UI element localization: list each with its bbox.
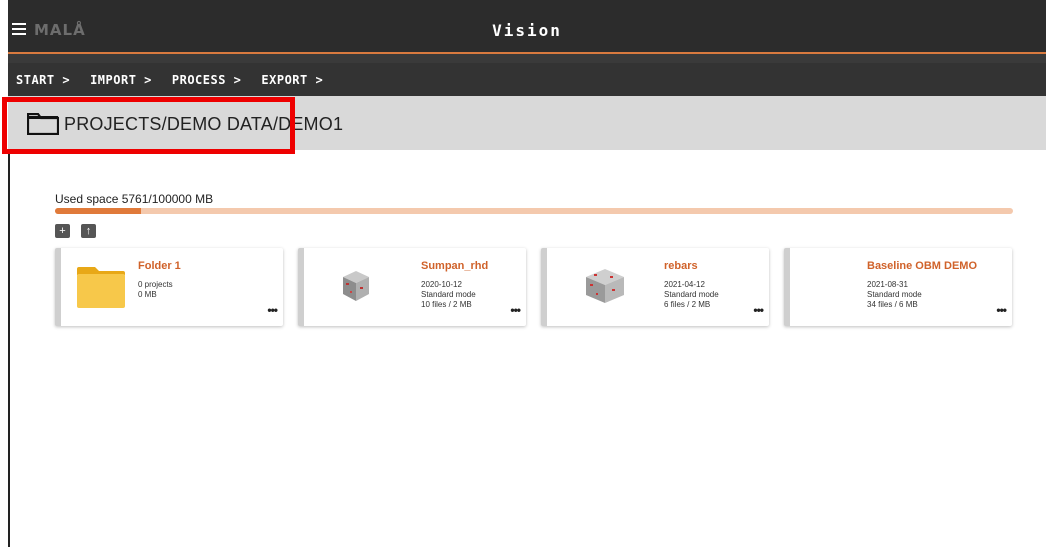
workflow-nav: START > IMPORT > PROCESS > EXPORT >: [8, 63, 1046, 96]
nav-process[interactable]: PROCESS >: [172, 73, 242, 87]
card-meta-line: 2021-08-31: [867, 280, 908, 289]
upload-button[interactable]: ↑: [81, 224, 96, 238]
new-folder-button[interactable]: +: [55, 224, 70, 238]
card-meta-line: 2021-04-12: [664, 280, 705, 289]
more-options-button[interactable]: •••: [510, 303, 521, 317]
card-meta-line: 34 files / 6 MB: [867, 300, 918, 309]
card-meta: 0 projects 0 MB: [138, 280, 173, 300]
card-meta: 2021-08-31 Standard mode 34 files / 6 MB: [867, 280, 922, 310]
card-meta-line: Standard mode: [867, 290, 922, 299]
used-space-label: Used space 5761/100000 MB: [55, 192, 214, 206]
card-title[interactable]: Sumpan_rhd: [421, 260, 488, 272]
card-meta-line: Standard mode: [664, 290, 719, 299]
usage-bar-fill: [55, 208, 142, 214]
data-cube-icon: [586, 269, 624, 303]
card-meta-line: 0 MB: [138, 290, 157, 299]
card-meta: 2020-10-12 Standard mode 10 files / 2 MB: [421, 280, 476, 310]
usage-bar: [55, 208, 1013, 214]
nav-export[interactable]: EXPORT >: [261, 73, 323, 87]
header-spacer: [8, 54, 1046, 63]
project-card[interactable]: Baseline OBM DEMO 2021-08-31 Standard mo…: [784, 248, 1012, 326]
project-card[interactable]: Sumpan_rhd 2020-10-12 Standard mode 10 f…: [298, 248, 526, 326]
card-title[interactable]: rebars: [664, 260, 698, 272]
card-meta-line: 6 files / 2 MB: [664, 300, 711, 309]
card-meta: 2021-04-12 Standard mode 6 files / 2 MB: [664, 280, 719, 310]
nav-import[interactable]: IMPORT >: [90, 73, 152, 87]
card-title[interactable]: Baseline OBM DEMO: [867, 260, 977, 272]
card-meta-line: 10 files / 2 MB: [421, 300, 472, 309]
highlight-annotation: [2, 97, 295, 154]
more-options-button[interactable]: •••: [996, 303, 1007, 317]
nav-start[interactable]: START >: [16, 73, 70, 87]
folder-card[interactable]: Folder 1 0 projects 0 MB •••: [55, 248, 283, 326]
card-meta-line: Standard mode: [421, 290, 476, 299]
card-title[interactable]: Folder 1: [138, 260, 181, 272]
app-title: Vision: [492, 21, 562, 40]
data-cube-icon: [343, 271, 369, 301]
project-card[interactable]: rebars 2021-04-12 Standard mode 6 files …: [541, 248, 769, 326]
card-meta-line: 2020-10-12: [421, 280, 462, 289]
folder-icon: [77, 267, 125, 308]
more-options-button[interactable]: •••: [753, 303, 764, 317]
card-meta-line: 0 projects: [138, 280, 173, 289]
title-bar: MALÅ Vision: [8, 0, 1046, 52]
more-options-button[interactable]: •••: [267, 303, 278, 317]
